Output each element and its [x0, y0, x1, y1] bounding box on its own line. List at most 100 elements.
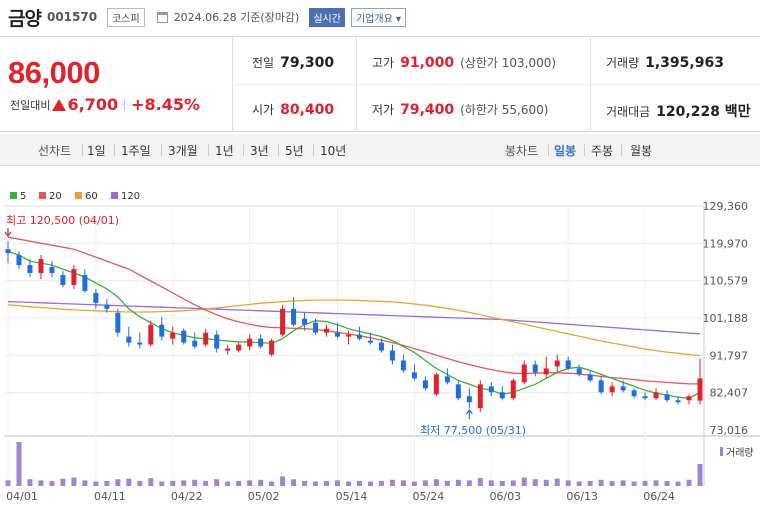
candle-body: [247, 338, 253, 347]
x-tick-label: 05/14: [336, 490, 368, 503]
upper-limit: (상한가 103,000): [460, 56, 557, 70]
volume-bar: [71, 477, 77, 486]
volume-bar: [576, 481, 582, 486]
change-amount: 6,700: [67, 95, 119, 114]
y-tick-label: 101,188: [703, 312, 749, 325]
x-tick-label: 04/22: [171, 490, 203, 503]
volume-bar: [609, 480, 615, 486]
volume-bar: [16, 442, 22, 486]
change-label: 전일대비: [10, 98, 51, 112]
divider: [548, 144, 549, 156]
x-tick-label: 05/24: [413, 490, 445, 503]
period-5y[interactable]: 5년: [285, 142, 304, 159]
volume-bar: [466, 480, 472, 486]
x-tick-label: 06/03: [489, 490, 521, 503]
period-1y[interactable]: 1년: [215, 142, 234, 159]
company-info-dropdown[interactable]: 기업개요 ▾: [350, 7, 406, 27]
candle-body: [587, 374, 593, 381]
low-price: 저가 79,400 (하한가 55,600): [372, 101, 548, 118]
candle-body: [49, 267, 55, 274]
volume-bar: [115, 479, 121, 486]
candle-weekly[interactable]: 주봉: [591, 142, 613, 159]
period-3y[interactable]: 3년: [250, 142, 269, 159]
line-chart-button[interactable]: 선차트: [38, 142, 71, 159]
volume-bar: [543, 479, 549, 486]
candle-monthly[interactable]: 월봉: [630, 142, 652, 159]
candle-body: [38, 259, 44, 274]
candle-body: [455, 384, 461, 399]
stock-name: 금양: [8, 7, 42, 30]
volume-bar: [697, 464, 703, 486]
candle-body: [433, 374, 439, 395]
min-arrow-icon: [465, 409, 473, 419]
volume-bar: [159, 481, 165, 486]
chart-toolbar: 선차트 1일 1주일 3개월 1년 3년 5년 10년 봉차트 일봉 주봉 월봉: [0, 134, 760, 166]
period-1w[interactable]: 1주일: [121, 142, 151, 159]
prev-close-label: 전일: [252, 56, 275, 70]
volume-bar: [5, 480, 11, 486]
candle-body: [543, 368, 549, 375]
volume-bar: [214, 479, 220, 486]
volume-bar: [104, 480, 110, 486]
volume-bar: [181, 480, 187, 486]
volume-bar: [346, 481, 352, 486]
candle-body: [159, 324, 165, 337]
price-change: 전일대비 6,700 +8.45%: [10, 95, 200, 114]
volume-bar: [247, 480, 253, 486]
candle-body: [126, 336, 132, 343]
candle-body: [346, 334, 352, 337]
candle-body: [466, 396, 472, 403]
candlestick-chart: 5 20 60 120 129,360 119,970 110,579 101,188 91,7…: [4, 191, 760, 503]
candle-body: [653, 392, 659, 399]
volume-bar: [598, 479, 604, 486]
period-1d[interactable]: 1일: [87, 142, 106, 159]
candle-body: [576, 368, 582, 375]
y-tick-label: 91,797: [710, 349, 749, 362]
candle-body: [400, 360, 406, 371]
candle-body: [236, 344, 242, 351]
low-value: 79,400: [400, 102, 455, 118]
candle-body: [620, 386, 626, 391]
volume-bar: [400, 480, 406, 486]
high-value: 91,000: [400, 55, 455, 71]
open-price: 시가 80,400: [252, 101, 334, 118]
volume-bar: [203, 480, 209, 486]
candle-body: [214, 334, 220, 349]
volume-bar: [324, 480, 330, 486]
volume-bar: [60, 478, 66, 486]
period-3m[interactable]: 3개월: [168, 142, 198, 159]
volume-bar: [269, 481, 275, 486]
volume-value: 1,395,963: [645, 55, 724, 71]
candle-body: [477, 384, 483, 409]
volume-bar: [653, 480, 659, 486]
volume-bar: [313, 481, 319, 486]
volume-bar: [356, 480, 362, 486]
candle-body: [269, 340, 275, 355]
realtime-button[interactable]: 실시간: [309, 7, 345, 27]
volume-bar: [148, 478, 154, 486]
volume-bar: [521, 477, 527, 486]
volume-bar: [258, 479, 264, 486]
candle-chart-button[interactable]: 봉차트: [505, 142, 538, 159]
divider: [243, 144, 244, 156]
candle-body: [203, 332, 209, 345]
y-tick-label: 82,407: [710, 387, 749, 400]
volume-bar: [82, 480, 88, 486]
candle-body: [137, 342, 143, 345]
volume-bar: [422, 480, 428, 486]
volume-bar: [225, 481, 231, 486]
candle-body: [697, 378, 703, 401]
period-10y[interactable]: 10년: [320, 142, 346, 159]
volume-bar: [280, 476, 286, 486]
volume-bar: [291, 479, 297, 486]
min-annotation: 최저 77,500 (05/31): [420, 424, 526, 437]
divider: [278, 144, 279, 156]
legend-label-20: 20: [49, 191, 62, 202]
candle-body: [313, 322, 319, 333]
candle-body: [521, 364, 527, 383]
legend-swatch-60: [75, 192, 82, 199]
candle-daily[interactable]: 일봉: [554, 142, 576, 159]
candle-body: [642, 396, 648, 399]
lower-limit: (하한가 55,600): [460, 103, 549, 117]
base-date: 2024.06.28 기준(장마감): [173, 11, 300, 24]
